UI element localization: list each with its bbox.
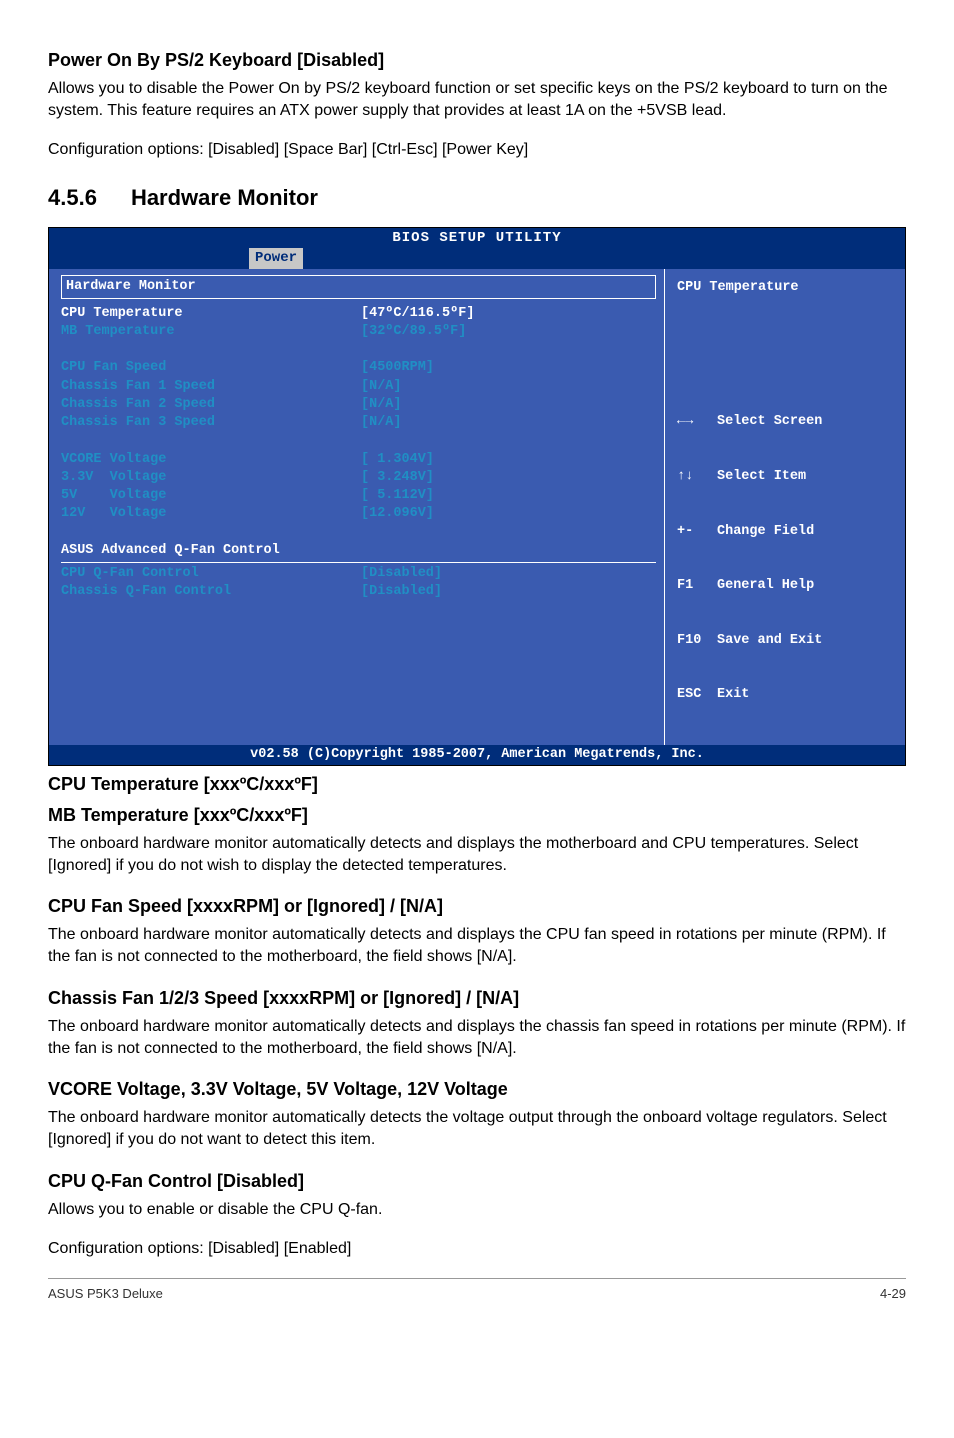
bios-row-cpu-fan[interactable]: CPU Fan Speed[4500RPM]: [61, 359, 656, 377]
bios-row-asus-qfan[interactable]: ASUS Advanced Q-Fan Control: [61, 542, 656, 560]
bios-left-panel: Hardware Monitor CPU Temperature[47ºC/11…: [49, 269, 664, 746]
bios-screenshot: BIOS SETUP UTILITY Power Hardware Monito…: [48, 227, 906, 767]
section-number: 4.5.6: [48, 183, 97, 213]
bios-help-panel: CPU Temperature Select Screen Select Ite…: [664, 269, 905, 746]
heading-voltages: VCORE Voltage, 3.3V Voltage, 5V Voltage,…: [48, 1077, 906, 1101]
paragraph: The onboard hardware monitor automatical…: [48, 1107, 906, 1150]
bios-row-cpu-temp[interactable]: CPU Temperature[47ºC/116.5ºF]: [61, 305, 656, 323]
paragraph: The onboard hardware monitor automatical…: [48, 924, 906, 967]
bios-row-5v[interactable]: 5V Voltage[ 5.112V]: [61, 487, 656, 505]
arrow-up-down-icon: [677, 468, 717, 486]
page-footer: ASUS P5K3 Deluxe 4-29: [48, 1278, 906, 1303]
bios-copyright: v02.58 (C)Copyright 1985-2007, American …: [49, 745, 905, 765]
bios-legend: Select Screen Select Item +-Change Field…: [677, 377, 897, 741]
heading-mb-temp: MB Temperature [xxxºC/xxxºF]: [48, 803, 906, 827]
bios-row-3v3[interactable]: 3.3V Voltage[ 3.248V]: [61, 469, 656, 487]
bios-row-mb-temp[interactable]: MB Temperature[32ºC/89.5ºF]: [61, 323, 656, 341]
bios-tab-row: Power: [49, 248, 905, 269]
bios-body: Hardware Monitor CPU Temperature[47ºC/11…: [49, 269, 905, 746]
bios-title-bar: BIOS SETUP UTILITY: [49, 228, 905, 248]
bios-row-chassis-fan2[interactable]: Chassis Fan 2 Speed[N/A]: [61, 396, 656, 414]
bios-row-chassis-fan3[interactable]: Chassis Fan 3 Speed[N/A]: [61, 414, 656, 432]
bios-row-cpu-qfan[interactable]: CPU Q-Fan Control[Disabled]: [61, 565, 656, 583]
arrow-left-right-icon: [677, 413, 717, 431]
bios-panel-title: Hardware Monitor: [61, 275, 656, 299]
paragraph: The onboard hardware monitor automatical…: [48, 1016, 906, 1059]
paragraph: Configuration options: [Disabled] [Enabl…: [48, 1238, 906, 1260]
section-heading: 4.5.6 Hardware Monitor: [48, 183, 906, 213]
bios-row-chassis-qfan[interactable]: Chassis Q-Fan Control[Disabled]: [61, 583, 656, 601]
heading-cpu-qfan: CPU Q-Fan Control [Disabled]: [48, 1169, 906, 1193]
bios-row-chassis-fan1[interactable]: Chassis Fan 1 Speed[N/A]: [61, 378, 656, 396]
tab-power[interactable]: Power: [249, 248, 303, 269]
bios-help-title: CPU Temperature: [677, 279, 897, 297]
bios-row-12v[interactable]: 12V Voltage[12.096V]: [61, 505, 656, 523]
heading-chassis-fan-speed: Chassis Fan 1/2/3 Speed [xxxxRPM] or [Ig…: [48, 986, 906, 1010]
heading-cpu-temp: CPU Temperature [xxxºC/xxxºF]: [48, 772, 906, 796]
footer-page-number: 4-29: [880, 1285, 906, 1303]
section-title: Hardware Monitor: [131, 185, 318, 210]
heading-power-on-ps2: Power On By PS/2 Keyboard [Disabled]: [48, 48, 906, 72]
bios-row-vcore[interactable]: VCORE Voltage[ 1.304V]: [61, 451, 656, 469]
paragraph: Configuration options: [Disabled] [Space…: [48, 139, 906, 161]
footer-product: ASUS P5K3 Deluxe: [48, 1285, 163, 1303]
paragraph: Allows you to enable or disable the CPU …: [48, 1199, 906, 1221]
heading-cpu-fan-speed: CPU Fan Speed [xxxxRPM] or [Ignored] / […: [48, 894, 906, 918]
paragraph: Allows you to disable the Power On by PS…: [48, 78, 906, 121]
paragraph: The onboard hardware monitor automatical…: [48, 833, 906, 876]
